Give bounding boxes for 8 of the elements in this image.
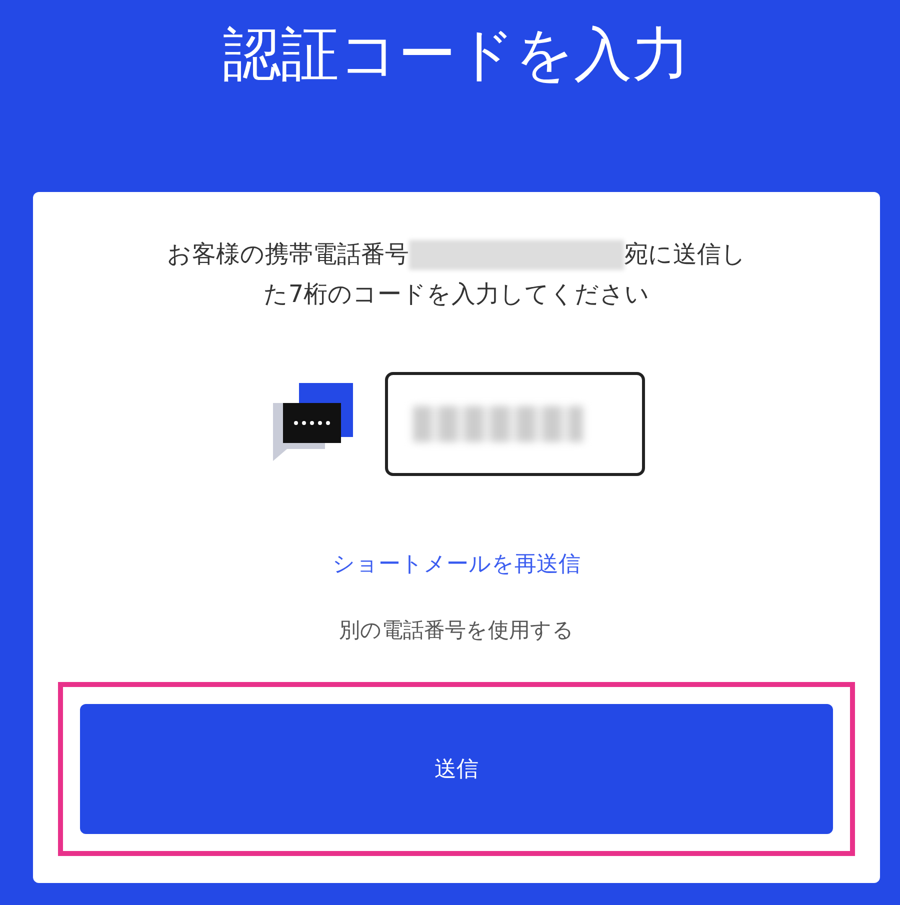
use-other-number-link[interactable]: 別の電話番号を使用する xyxy=(339,614,574,646)
resend-sms-link[interactable]: ショートメールを再送信 xyxy=(332,548,580,581)
message-text: 宛に送信し xyxy=(624,240,746,268)
submit-button[interactable]: 送信 xyxy=(80,704,833,834)
message-text: お客様の携帯電話番号 xyxy=(167,240,409,268)
message-text: た7桁のコードを入力してください xyxy=(263,278,650,310)
page-title: 認証コードを入力 xyxy=(222,20,691,90)
code-input-field[interactable] xyxy=(384,372,644,476)
